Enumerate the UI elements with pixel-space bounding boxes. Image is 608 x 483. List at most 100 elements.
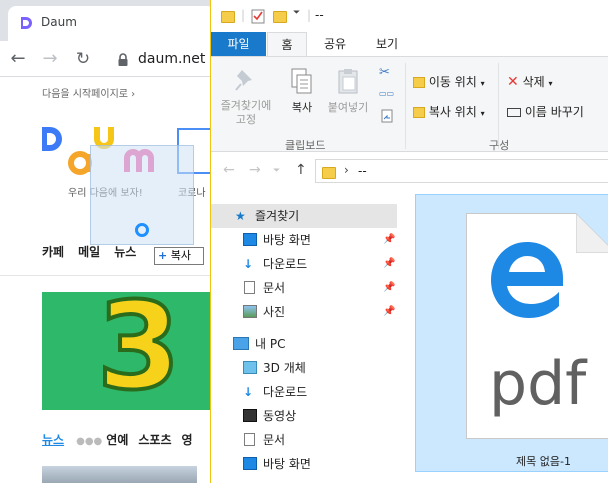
desktop-icon <box>243 457 257 470</box>
news-tabs: 뉴스 ●●● 연예 스포츠 영 <box>42 431 203 448</box>
news-thumbnail[interactable] <box>42 466 197 483</box>
explorer-window: | ⏷ | -- 파일 홈 공유 보기 즐겨찾기에 고정 복사 붙여넣기 ✂ ▭… <box>210 0 608 483</box>
pin-label-1: 즐겨찾기에 <box>220 99 272 112</box>
edge-logo-icon <box>491 242 563 318</box>
url-bar[interactable]: daum.net <box>138 51 205 67</box>
nav-pictures[interactable]: 사진 📌 <box>211 300 397 324</box>
tab-home[interactable]: 홈 <box>267 32 307 56</box>
address-text: -- <box>358 164 367 178</box>
copy-folder-icon <box>413 107 425 118</box>
news-tab-more[interactable]: 영 <box>182 433 193 447</box>
news-tab-sports[interactable]: 스포츠 <box>138 433 171 447</box>
nav-quick-access[interactable]: ★ 즐겨찾기 <box>211 204 397 228</box>
download-arrow-icon: ↓ <box>243 385 254 399</box>
reload-icon[interactable]: ↻ <box>73 49 93 69</box>
nav-desktop[interactable]: 바탕 화면 📌 <box>211 228 397 252</box>
news-tab-entertainment[interactable]: 연예 <box>106 433 128 447</box>
pin-quick-access-button[interactable]: 즐겨찾기에 고정 <box>215 67 277 127</box>
cut-icon[interactable]: ✂ <box>379 65 390 80</box>
recent-dropdown-icon[interactable]: ⏷ <box>273 166 280 176</box>
nav-videos-label: 동영상 <box>263 409 297 423</box>
new-folder-icon[interactable] <box>273 8 287 24</box>
clipboard-group-label: 클립보드 <box>285 139 326 152</box>
daum-favicon-icon <box>18 15 34 31</box>
back-icon[interactable]: ← <box>8 49 28 69</box>
forward-icon[interactable]: → <box>40 49 60 69</box>
drag-copy-tooltip: + 복사 <box>154 247 204 265</box>
pin-icon: 📌 <box>383 234 396 245</box>
ribbon-tabs: 파일 홈 공유 보기 <box>211 32 608 56</box>
address-input[interactable]: › -- <box>315 159 608 183</box>
document-icon <box>244 433 255 446</box>
pictures-icon <box>243 305 257 318</box>
nav-pc-downloads[interactable]: ↓ 다운로드 <box>211 380 397 404</box>
copy-path-icon[interactable]: ▭▭ <box>379 89 394 98</box>
move-folder-icon <box>413 77 425 88</box>
forward-icon[interactable]: → <box>249 162 261 178</box>
paste-shortcut-icon[interactable] <box>381 109 393 126</box>
window-title: -- <box>315 8 324 22</box>
divider <box>0 275 215 276</box>
nav-pc-documents[interactable]: 문서 <box>211 428 397 452</box>
nav-desktop-label: 바탕 화면 <box>263 233 311 247</box>
computer-icon <box>233 337 249 350</box>
copy-label: 복사 <box>291 101 313 114</box>
folder-icon <box>322 164 336 183</box>
properties-icon[interactable] <box>251 8 265 24</box>
nav-videos[interactable]: 동영상 <box>211 404 397 428</box>
address-bar-row: ← → ⏷ ↑ › -- <box>211 152 608 188</box>
document-icon <box>244 281 255 294</box>
nav-documents[interactable]: 문서 📌 <box>211 276 397 300</box>
delete-label: 삭제 <box>522 75 545 89</box>
nav-downloads[interactable]: ↓ 다운로드 📌 <box>211 252 397 276</box>
browser-toolbar: ← → ↻ daum.net <box>0 41 215 77</box>
news-tab-news[interactable]: 뉴스 <box>42 433 64 447</box>
tab-strip: Daum <box>0 0 215 41</box>
paste-icon <box>338 69 358 94</box>
delete-button[interactable]: ✕ 삭제 ▾ <box>507 73 553 90</box>
star-icon: ★ <box>235 209 246 223</box>
menu-news[interactable]: 뉴스 <box>114 245 136 259</box>
nav-pc-desktop[interactable]: 바탕 화면 <box>211 452 397 476</box>
rename-icon <box>507 108 521 117</box>
move-to-label: 이동 위치 <box>428 75 477 89</box>
drag-circle-icon <box>135 223 149 237</box>
delete-x-icon: ✕ <box>507 74 519 90</box>
nav-3d-objects-label: 3D 개체 <box>263 361 306 375</box>
nav-pc-desktop-label: 바탕 화면 <box>263 457 311 471</box>
nav-quick-access-label: 즐겨찾기 <box>255 209 300 223</box>
rename-button[interactable]: 이름 바꾸기 <box>507 103 584 120</box>
navigation-pane: ★ 즐겨찾기 바탕 화면 📌 ↓ 다운로드 📌 문서 📌 사진 📌 내 PC 3… <box>211 188 401 483</box>
nav-3d-objects[interactable]: 3D 개체 <box>211 356 397 380</box>
tab-view[interactable]: 보기 <box>367 32 407 56</box>
ad-banner[interactable]: 3 <box>42 292 215 410</box>
up-icon[interactable]: ↑ <box>295 162 307 178</box>
cube-icon <box>243 361 257 374</box>
nav-pictures-label: 사진 <box>263 305 286 319</box>
menu-cafe[interactable]: 카페 <box>42 245 64 259</box>
banner-number: 3 <box>95 292 182 410</box>
paste-button[interactable]: 붙여넣기 <box>323 67 373 115</box>
startpage-link[interactable]: 다음을 시작페이지로 › <box>42 85 135 100</box>
drag-preview <box>90 145 194 245</box>
menu-mail[interactable]: 메일 <box>78 245 100 259</box>
ribbon-home: 즐겨찾기에 고정 복사 붙여넣기 ✂ ▭▭ 클립보드 이동 위치 ▾ 복사 위치… <box>211 56 608 152</box>
copy-to-button[interactable]: 복사 위치 ▾ <box>413 103 485 120</box>
file-list-pane: pdf 제목 없음-1 <box>415 194 608 472</box>
tab-file[interactable]: 파일 <box>211 32 266 56</box>
pin-icon: 📌 <box>383 282 396 293</box>
nav-downloads-label: 다운로드 <box>263 257 308 271</box>
customize-qa-icon[interactable]: ⏷ <box>293 8 300 24</box>
move-to-button[interactable]: 이동 위치 ▾ <box>413 73 485 90</box>
separator: | <box>241 8 246 22</box>
pin-label-2: 고정 <box>235 113 257 126</box>
back-icon[interactable]: ← <box>223 162 235 178</box>
nav-this-pc[interactable]: 내 PC <box>211 332 397 356</box>
tab-daum[interactable]: Daum <box>8 6 215 41</box>
copy-button[interactable]: 복사 <box>285 67 319 115</box>
rename-label: 이름 바꾸기 <box>524 105 584 119</box>
copy-icon <box>291 68 312 94</box>
tab-share[interactable]: 공유 <box>315 32 355 56</box>
film-icon <box>243 409 257 422</box>
file-name[interactable]: 제목 없음-1 <box>516 453 571 469</box>
